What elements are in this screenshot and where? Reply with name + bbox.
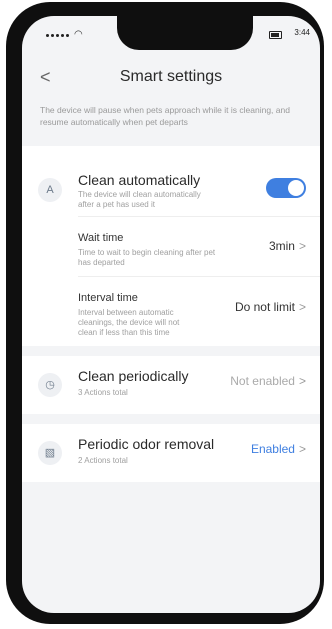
odor-removal-title: Periodic odor removal xyxy=(78,436,215,452)
notch xyxy=(117,16,253,50)
wait-time-desc: Time to wait to begin cleaning after pet… xyxy=(78,248,216,267)
clean-periodically-title: Clean periodically xyxy=(78,368,189,384)
chevron-right-icon: > xyxy=(298,374,306,388)
screen: ◠ 3:44 < Smart settings The device will … xyxy=(22,16,320,613)
battery-icon xyxy=(269,31,282,39)
clean-automatically-title: Clean automatically xyxy=(78,172,201,188)
page-title: Smart settings xyxy=(119,68,223,85)
wait-time-label: Wait time xyxy=(78,232,124,244)
odor-removal-subtitle: 2 Actions total xyxy=(78,456,128,465)
interval-time-value-text: Do not limit xyxy=(234,300,295,314)
auto-icon: A xyxy=(38,178,62,202)
odor-removal-card[interactable]: ▧ Periodic odor removal 2 Actions total … xyxy=(22,424,320,482)
interval-time-value: Do not limit > xyxy=(235,300,306,314)
header: < Smart settings xyxy=(22,64,320,94)
clean-periodically-value: Not enabled > xyxy=(230,374,306,388)
chevron-right-icon: > xyxy=(298,239,306,253)
odor-icon: ▧ xyxy=(38,441,62,465)
clean-automatically-subtitle: The device will clean automatically afte… xyxy=(78,190,201,209)
interval-time-desc: Interval between automatic cleanings, th… xyxy=(78,308,180,337)
status-time: 3:44 xyxy=(294,28,310,37)
clean-automatically-toggle[interactable] xyxy=(266,178,306,198)
clean-periodically-card[interactable]: ◷ Clean periodically 3 Actions total Not… xyxy=(22,356,320,414)
wait-time-value-text: 3min xyxy=(268,239,295,253)
clean-periodically-status: Not enabled xyxy=(230,374,295,388)
clean-periodically-subtitle: 3 Actions total xyxy=(78,388,128,397)
toggle-knob xyxy=(288,180,304,196)
chevron-right-icon: > xyxy=(298,300,306,314)
clock-icon: ◷ xyxy=(38,373,62,397)
signal-icon: ◠ xyxy=(46,29,83,40)
odor-removal-status: Enabled xyxy=(250,442,295,456)
wait-time-value: 3min > xyxy=(269,239,306,253)
divider xyxy=(78,276,320,277)
page-description: The device will pause when pets approach… xyxy=(40,105,290,127)
odor-removal-value: Enabled > xyxy=(251,442,306,456)
interval-time-label: Interval time xyxy=(78,292,138,304)
phone-frame: ◠ 3:44 < Smart settings The device will … xyxy=(6,2,324,624)
wifi-icon: ◠ xyxy=(74,29,83,40)
clean-automatically-card: A Clean automatically The device will cl… xyxy=(22,146,320,346)
divider xyxy=(78,216,320,217)
chevron-right-icon: > xyxy=(298,442,306,456)
